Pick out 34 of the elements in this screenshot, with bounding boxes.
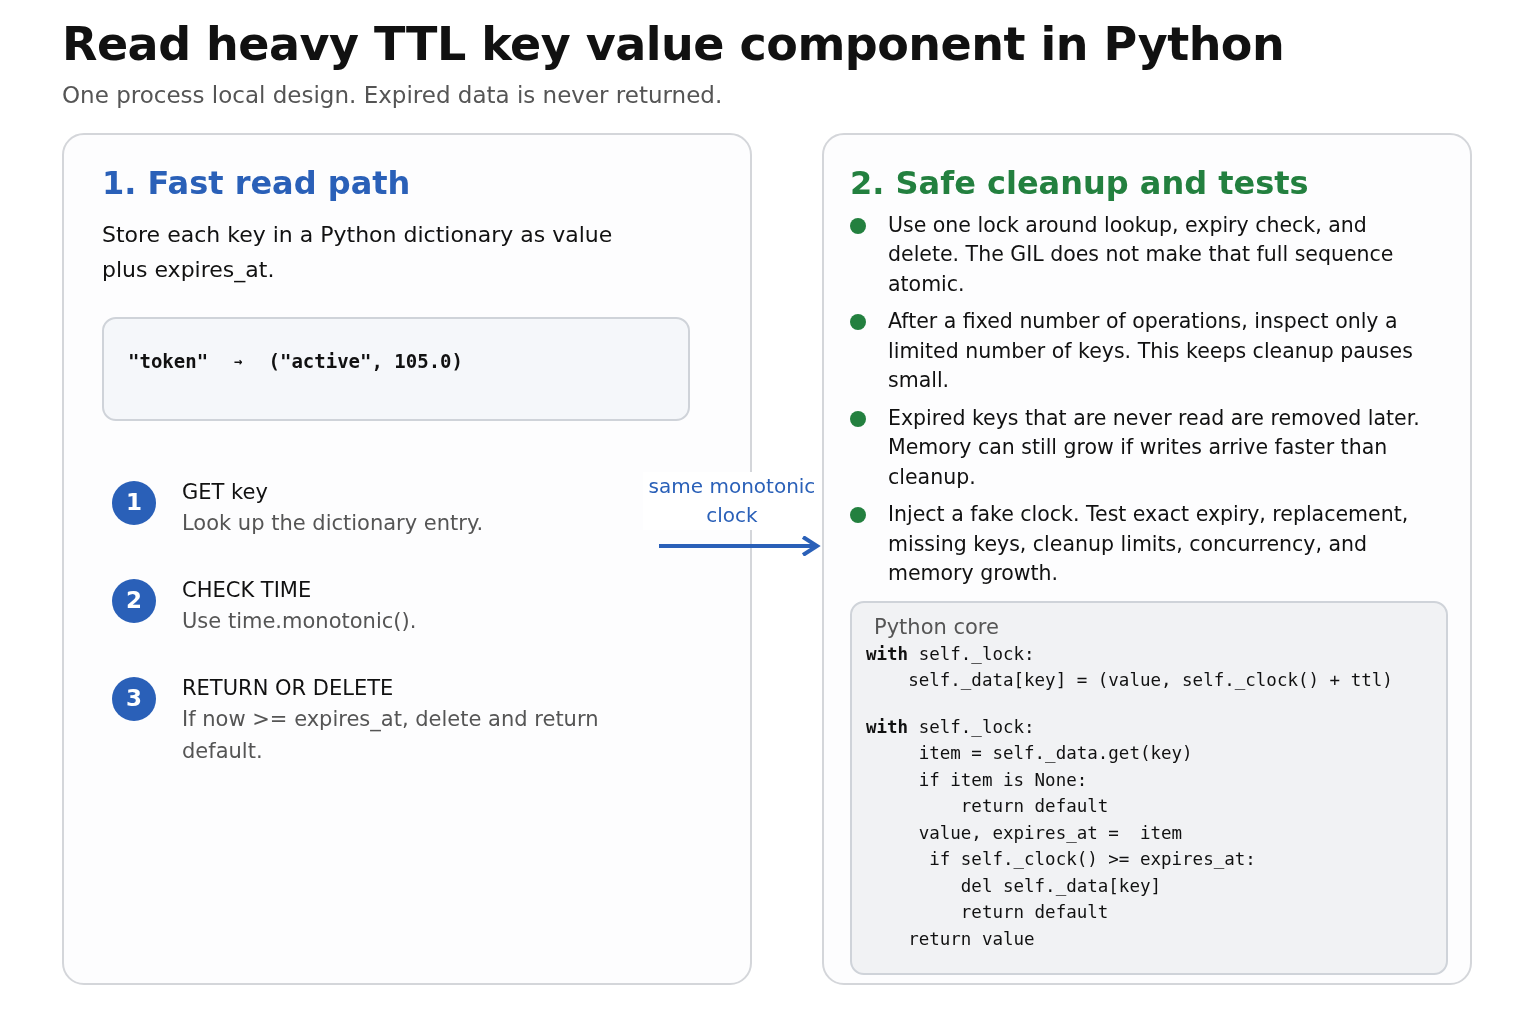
code-caption: Python core	[873, 613, 1000, 641]
page-title: Read heavy TTL key value component in Python	[62, 16, 1286, 72]
code-line: with self._lock:	[866, 715, 1036, 739]
code-line: return default	[959, 901, 1110, 924]
step-detail: If now >= expires_at, delete and return default.	[182, 705, 600, 765]
code-line: if self._clock() >= expires_at:	[928, 848, 1257, 871]
page-subtitle: One process local design. Expired data is never returned.	[62, 81, 724, 110]
step-number-badge: 1	[112, 480, 156, 525]
code-line: self._data[key] = (value, self._clock() + ttl)	[907, 669, 1394, 692]
code-line: return default	[959, 795, 1110, 818]
bullet-text: Expired keys that are never read are removed later. Memory can still grow if writes arrive faster than cleanup.	[888, 404, 1421, 491]
mapping-arrow: →	[234, 351, 243, 371]
code-line: value, expires_at = item	[917, 821, 1184, 845]
code-line: del self._data[key]	[959, 874, 1162, 898]
code-line: if item is None:	[917, 768, 1089, 792]
code-line: item = self._data.get(key)	[917, 742, 1194, 765]
code-line: with self._lock:	[866, 642, 1036, 666]
step-title: GET key	[182, 478, 269, 506]
arrow-icon	[659, 536, 821, 556]
code-line: return value	[907, 927, 1036, 951]
panel-heading: 1. Fast read path	[102, 162, 412, 204]
mapping-key: "token"	[128, 346, 209, 375]
step-number-badge: 3	[112, 676, 156, 721]
step-detail: Look up the dictionary entry.	[182, 509, 485, 537]
step-title: RETURN OR DELETE	[182, 674, 395, 702]
step-detail: Use time.monotonic().	[182, 607, 418, 635]
bullet-text: Inject a fake clock. Test exact expiry, replacement, missing keys, cleanup limits, concurrency, and memory growth.	[888, 501, 1410, 587]
bullet-text: After a fixed number of operations, inspect only a limited number of keys. This keeps cleanup pauses small.	[888, 308, 1414, 394]
bullet-text: Use one lock around lookup, expiry check, and delete. The GIL does not make that full sequence atomic.	[888, 211, 1395, 298]
panel-heading: 2. Safe cleanup and tests	[850, 162, 1310, 204]
intro-text: Store each key in a Python dictionary as value plus expires_at.	[102, 220, 614, 285]
mapping-value: ("active", 105.0)	[268, 348, 463, 374]
step-title: CHECK TIME	[182, 576, 313, 604]
step-number-badge: 2	[112, 578, 156, 623]
